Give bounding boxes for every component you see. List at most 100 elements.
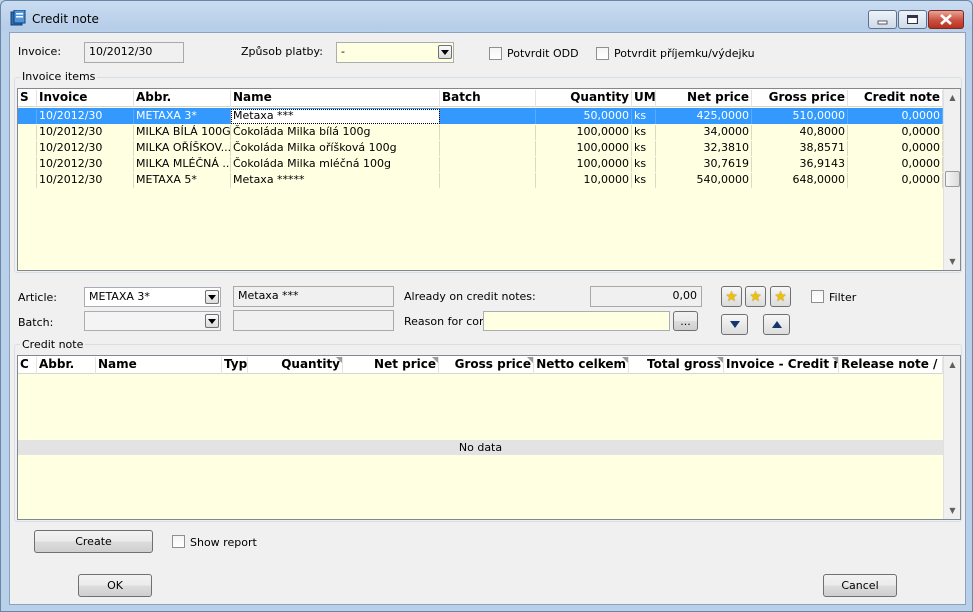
table-cell: 100,0000	[536, 141, 632, 156]
table-cell: Metaxa ***	[231, 109, 440, 124]
invoice-label: Invoice:	[18, 45, 62, 58]
table-cell: 36,9143	[752, 157, 848, 172]
column-header[interactable]: Gross price	[439, 357, 534, 374]
batch-dropdown-icon[interactable]	[205, 314, 219, 328]
column-header[interactable]: Name	[96, 357, 222, 374]
move-down-button[interactable]	[721, 314, 748, 335]
invoice-items-header: S Invoice Abbr. Name Batch Quantity UM N…	[18, 89, 943, 107]
column-header[interactable]: Gross price	[752, 90, 848, 107]
table-cell	[18, 109, 37, 124]
table-cell	[18, 141, 37, 156]
column-header[interactable]: Net price	[656, 90, 752, 107]
column-header[interactable]: S	[18, 90, 37, 107]
scroll-down-icon[interactable]: ▼	[944, 253, 960, 270]
column-header[interactable]: Batch	[440, 90, 536, 107]
article-combo[interactable]: METAXA 3*	[84, 287, 221, 307]
reason-browse-button[interactable]: ...	[673, 311, 698, 331]
credit-note-grid[interactable]: C Abbr. Name Typ Quantity Net price Gros…	[17, 355, 961, 520]
table-cell: Čokoláda Milka oříšková 100g	[231, 141, 440, 156]
scroll-up-icon[interactable]: ▲	[944, 89, 960, 106]
table-row[interactable]: 10/2012/30 METAXA 3* Metaxa *** 50,0000 …	[18, 108, 943, 124]
show-report-checkbox[interactable]	[172, 535, 185, 548]
table-cell: 648,0000	[752, 173, 848, 188]
column-header[interactable]: Credit note	[848, 90, 943, 107]
add-star-button[interactable]: ★	[721, 286, 742, 307]
table-cell: 0,0000	[848, 125, 943, 140]
table-cell: 38,8571	[752, 141, 848, 156]
article-value: METAXA 3*	[89, 290, 150, 303]
reason-for-correction-input[interactable]	[483, 311, 670, 331]
table-cell: 10/2012/30	[37, 125, 134, 140]
create-button[interactable]: Create	[34, 530, 153, 553]
column-header[interactable]: Invoice - Credit n	[724, 357, 839, 374]
column-header[interactable]: Release note /	[839, 357, 943, 374]
filter-checkbox[interactable]	[811, 290, 824, 303]
maximize-button[interactable]	[898, 10, 927, 29]
table-cell	[440, 173, 536, 188]
table-cell: 0,0000	[848, 173, 943, 188]
scroll-thumb[interactable]	[945, 171, 960, 187]
move-up-button[interactable]	[763, 314, 790, 335]
invoice-items-grid[interactable]: S Invoice Abbr. Name Batch Quantity UM N…	[17, 88, 961, 271]
column-header-label: Quantity	[281, 357, 340, 371]
article-name-field: Metaxa ***	[233, 286, 394, 307]
table-row[interactable]: 10/2012/30 MILKA MLÉČNÁ ... Čokoláda Mil…	[18, 156, 943, 172]
remove-star-button[interactable]: ★	[770, 286, 791, 307]
column-header[interactable]: Netto celkem	[534, 357, 629, 374]
show-report-label: Show report	[190, 536, 257, 549]
window-title: Credit note	[32, 12, 99, 26]
table-row[interactable]: 10/2012/30 METAXA 5* Metaxa ***** 10,000…	[18, 172, 943, 188]
table-cell: ks	[632, 141, 656, 156]
table-cell: METAXA 5*	[134, 173, 231, 188]
ok-button[interactable]: OK	[78, 574, 152, 597]
sort-indicator-icon	[832, 357, 838, 363]
payment-method-combo[interactable]: -	[336, 42, 454, 63]
column-header[interactable]: Abbr.	[37, 357, 96, 374]
table-cell: 0,0000	[848, 141, 943, 156]
column-header[interactable]: Name	[231, 90, 440, 107]
column-header[interactable]: UM	[632, 90, 656, 107]
table-cell: 10/2012/30	[37, 109, 134, 124]
column-header[interactable]: Abbr.	[134, 90, 231, 107]
article-label: Article:	[18, 291, 57, 304]
scroll-up-icon[interactable]: ▲	[944, 356, 960, 373]
invoice-items-scrollbar[interactable]: ▲ ▼	[943, 89, 960, 270]
credit-note-scrollbar[interactable]: ▲ ▼	[943, 356, 960, 519]
table-cell: MILKA BÍLÁ 100G	[136, 125, 231, 140]
sort-indicator-icon	[336, 357, 342, 363]
confirm-odd-label: Potvrdit ODD	[507, 47, 579, 60]
table-cell	[440, 157, 536, 172]
scroll-down-icon[interactable]: ▼	[944, 502, 960, 519]
minimize-button[interactable]	[868, 10, 897, 29]
table-cell: 10/2012/30	[37, 173, 134, 188]
title-bar[interactable]: Credit note	[1, 1, 972, 32]
payment-method-dropdown-icon[interactable]	[438, 45, 452, 59]
table-cell	[440, 141, 536, 156]
column-header-label: Invoice - Credit n	[726, 357, 839, 371]
table-row[interactable]: 10/2012/30 MILKA OŘÍŠKOV... Čokoláda Mil…	[18, 140, 943, 156]
cancel-button[interactable]: Cancel	[823, 574, 897, 597]
column-header[interactable]: Quantity	[536, 90, 632, 107]
confirm-receipt-label: Potvrdit příjemku/výdejku	[614, 47, 755, 60]
table-cell: MILKA MLÉČNÁ ...	[136, 157, 231, 172]
table-cell	[440, 125, 536, 140]
table-row[interactable]: 10/2012/30 MILKA BÍLÁ 100G Čokoláda Milk…	[18, 124, 943, 140]
column-header[interactable]: Net price	[343, 357, 439, 374]
table-cell: 40,8000	[752, 125, 848, 140]
close-button[interactable]	[928, 10, 964, 29]
table-cell	[18, 125, 37, 140]
article-dropdown-icon[interactable]	[205, 290, 219, 304]
table-cell: 50,0000	[536, 109, 632, 124]
column-header[interactable]: Invoice	[37, 90, 134, 107]
table-cell: 510,0000	[752, 109, 848, 124]
column-header[interactable]: Quantity	[248, 357, 343, 374]
batch-combo[interactable]	[84, 311, 221, 331]
add-all-star-button[interactable]: ★	[745, 286, 766, 307]
confirm-receipt-checkbox[interactable]	[596, 47, 609, 60]
confirm-odd-checkbox[interactable]	[489, 47, 502, 60]
column-header[interactable]: Total gross	[629, 357, 724, 374]
column-header[interactable]: C	[18, 357, 37, 374]
invoice-field: 10/2012/30	[84, 42, 184, 63]
table-cell: Metaxa *****	[231, 173, 440, 188]
column-header[interactable]: Typ	[222, 357, 248, 374]
